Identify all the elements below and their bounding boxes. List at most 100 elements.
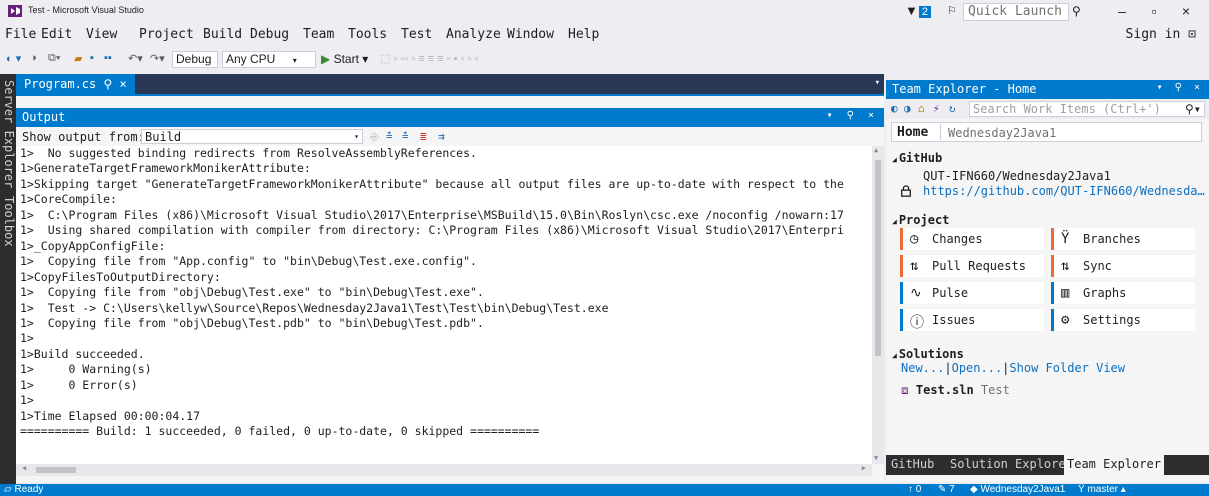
- changes-tile[interactable]: ◷ Changes: [900, 228, 1044, 250]
- menu-build[interactable]: Build: [203, 27, 242, 42]
- output-line: 1>GenerateTargetFrameworkMonikerAttribut…: [20, 161, 311, 176]
- search-icon[interactable]: ⚲▾: [1185, 102, 1201, 116]
- output-line: 1> 0 Warning(s): [20, 362, 152, 377]
- graphs-tile[interactable]: ▥ Graphs: [1051, 282, 1195, 304]
- maximize-button[interactable]: ▫: [1143, 3, 1165, 19]
- connect-icon[interactable]: ⚡: [933, 102, 940, 115]
- show-folder-view-link[interactable]: Show Folder View: [1009, 361, 1125, 375]
- settings-tile[interactable]: ⚙ Settings: [1051, 309, 1195, 331]
- forward-icon[interactable]: ◑: [30, 52, 37, 64]
- repository-selector[interactable]: ◆ Wednesday2Java1: [970, 484, 1065, 495]
- output-text-area[interactable]: 1> No suggested binding redirects from R…: [16, 146, 872, 464]
- menu-project[interactable]: Project: [139, 27, 194, 42]
- pulse-tile[interactable]: ∿ Pulse: [900, 282, 1044, 304]
- branches-tile[interactable]: Ÿ Branches: [1051, 228, 1195, 250]
- team-explorer-toolbar: ◐ ◑ ⌂ ⚡ ↻ Search Work Items (Ctrl+') ⚲▾: [886, 99, 1209, 119]
- menu-test[interactable]: Test: [401, 27, 432, 42]
- show-output-select[interactable]: Build ▾: [141, 129, 363, 144]
- menu-view[interactable]: View: [86, 27, 117, 42]
- new-solution-link[interactable]: New...: [901, 361, 944, 375]
- undo-icon[interactable]: ↶▾: [128, 52, 143, 65]
- menu-tools[interactable]: Tools: [348, 27, 387, 42]
- platform-value: Any CPU: [226, 52, 276, 66]
- refresh-icon[interactable]: ↻: [949, 102, 956, 115]
- solution-icon: ⧈: [901, 383, 909, 397]
- redo-icon[interactable]: ↷▾: [150, 52, 165, 65]
- pull-requests-tile[interactable]: ⇅ Pull Requests: [900, 255, 1044, 277]
- home-icon[interactable]: ⌂: [918, 102, 925, 115]
- prev-message-icon[interactable]: ≛: [386, 130, 393, 143]
- word-wrap-icon[interactable]: ⇉: [438, 130, 445, 143]
- output-line: 1> No suggested binding redirects from R…: [20, 146, 477, 160]
- search-work-items-input[interactable]: Search Work Items (Ctrl+') ⚲▾: [969, 101, 1205, 117]
- menu-analyze[interactable]: Analyze: [446, 27, 501, 42]
- output-line: 1>: [20, 331, 34, 346]
- branch-selector[interactable]: Ÿ master ▴: [1078, 484, 1126, 495]
- sign-in-link[interactable]: Sign in ⊡: [1126, 27, 1196, 42]
- graph-icon: ▥: [1061, 285, 1070, 301]
- status-text: ▱ Ready: [4, 484, 44, 495]
- home-navigator[interactable]: Home Wednesday2Java1 ▾: [891, 122, 1209, 142]
- github-repo-name: QUT-IFN660/Wednesday2Java1: [923, 169, 1111, 183]
- output-window: Output ▾ ⚲ × Show output from: Build ▾ ⎆ …: [16, 96, 884, 482]
- notifications-button[interactable]: ▼ 2: [905, 3, 931, 18]
- horizontal-scrollbar[interactable]: ◀ ▶: [16, 464, 872, 476]
- solution-file-name: Test.sln: [915, 383, 974, 397]
- issues-tile[interactable]: ⓘ Issues: [900, 309, 1044, 331]
- tab-label: Program.cs: [24, 77, 97, 91]
- tab-program-cs[interactable]: Program.cs ⚲ ×: [16, 74, 135, 94]
- back-icon[interactable]: ◐ ▾: [6, 52, 21, 65]
- save-icon[interactable]: ▪: [90, 52, 94, 64]
- forward-icon[interactable]: ◑: [904, 102, 911, 115]
- close-button[interactable]: ×: [1175, 3, 1197, 19]
- open-file-icon[interactable]: ▰: [74, 52, 82, 65]
- toolbox-tab[interactable]: Toolbox: [2, 196, 16, 247]
- menu-window[interactable]: Window: [507, 27, 554, 42]
- save-all-icon[interactable]: ▪▪: [104, 52, 112, 64]
- output-line: 1> C:\Program Files (x86)\Microsoft Visu…: [20, 207, 844, 222]
- team-explorer-header: Team Explorer - Home ▾ ⚲ ×: [886, 80, 1209, 99]
- github-section-header[interactable]: ◢ GitHub: [892, 151, 942, 165]
- menu-help[interactable]: Help: [568, 27, 599, 42]
- panel-controls[interactable]: ▾ ⚲ ×: [827, 110, 878, 121]
- output-log: 1> No suggested binding redirects from R…: [16, 146, 872, 440]
- new-project-icon[interactable]: ⧉▾: [48, 52, 60, 65]
- pending-changes[interactable]: ✎ 7: [938, 484, 955, 495]
- minimize-button[interactable]: –: [1111, 3, 1133, 19]
- menu-bar: File Edit View Project Build Debug Team …: [0, 24, 1209, 46]
- back-icon[interactable]: ◐: [891, 102, 898, 115]
- menu-team[interactable]: Team: [303, 27, 334, 42]
- show-output-value: Build: [145, 130, 182, 144]
- tab-solution-explorer[interactable]: Solution Explorer: [950, 457, 1073, 471]
- bottom-tab-strip: GitHub Solution Explorer Team Explorer: [886, 455, 1209, 475]
- github-repo-link[interactable]: https://github.com/QUT-IFN660/Wednesda…: [923, 184, 1205, 198]
- panel-controls[interactable]: ▾ ⚲ ×: [1157, 82, 1203, 93]
- quick-launch-input[interactable]: Quick Launch (Ctr: [963, 3, 1069, 21]
- vertical-scrollbar[interactable]: ▲ ▼: [872, 146, 884, 464]
- menu-edit[interactable]: Edit: [41, 27, 72, 42]
- menu-file[interactable]: File: [5, 27, 36, 42]
- open-solution-link[interactable]: Open...: [952, 361, 1003, 375]
- menu-debug[interactable]: Debug: [250, 27, 289, 42]
- pull-request-icon: ⇅: [910, 258, 919, 274]
- unpublished-commits[interactable]: ↑ 0: [908, 484, 921, 495]
- solution-file-item[interactable]: ⧈ Test.sln Test: [901, 383, 1010, 398]
- start-button[interactable]: ▶ Start ▾: [321, 52, 368, 66]
- tab-team-explorer[interactable]: Team Explorer: [1064, 455, 1164, 475]
- tab-overflow-icon[interactable]: ▾: [875, 78, 880, 88]
- solution-file-sub: Test: [980, 383, 1010, 397]
- solutions-section-header[interactable]: ◢ Solutions: [892, 347, 964, 361]
- project-section-header[interactable]: ◢ Project: [892, 213, 949, 227]
- tab-github[interactable]: GitHub: [891, 457, 934, 471]
- search-icon[interactable]: ⚲: [1072, 4, 1081, 18]
- server-explorer-tab[interactable]: Server Explorer: [2, 80, 16, 188]
- find-message-icon[interactable]: ⎆: [370, 130, 379, 144]
- feedback-icon[interactable]: ⚐: [948, 3, 956, 18]
- status-bar: ▱ Ready ↑ 0 ✎ 7 ◆ Wednesday2Java1 Ÿ mast…: [0, 484, 1209, 496]
- clear-all-icon[interactable]: ≣: [420, 130, 427, 143]
- next-message-icon[interactable]: ≛: [402, 130, 409, 143]
- tab-pin-close[interactable]: ⚲ ×: [103, 77, 126, 91]
- platform-select[interactable]: Any CPU ▾: [222, 51, 316, 68]
- configuration-select[interactable]: Debug: [172, 51, 218, 68]
- sync-tile[interactable]: ⇅ Sync: [1051, 255, 1195, 277]
